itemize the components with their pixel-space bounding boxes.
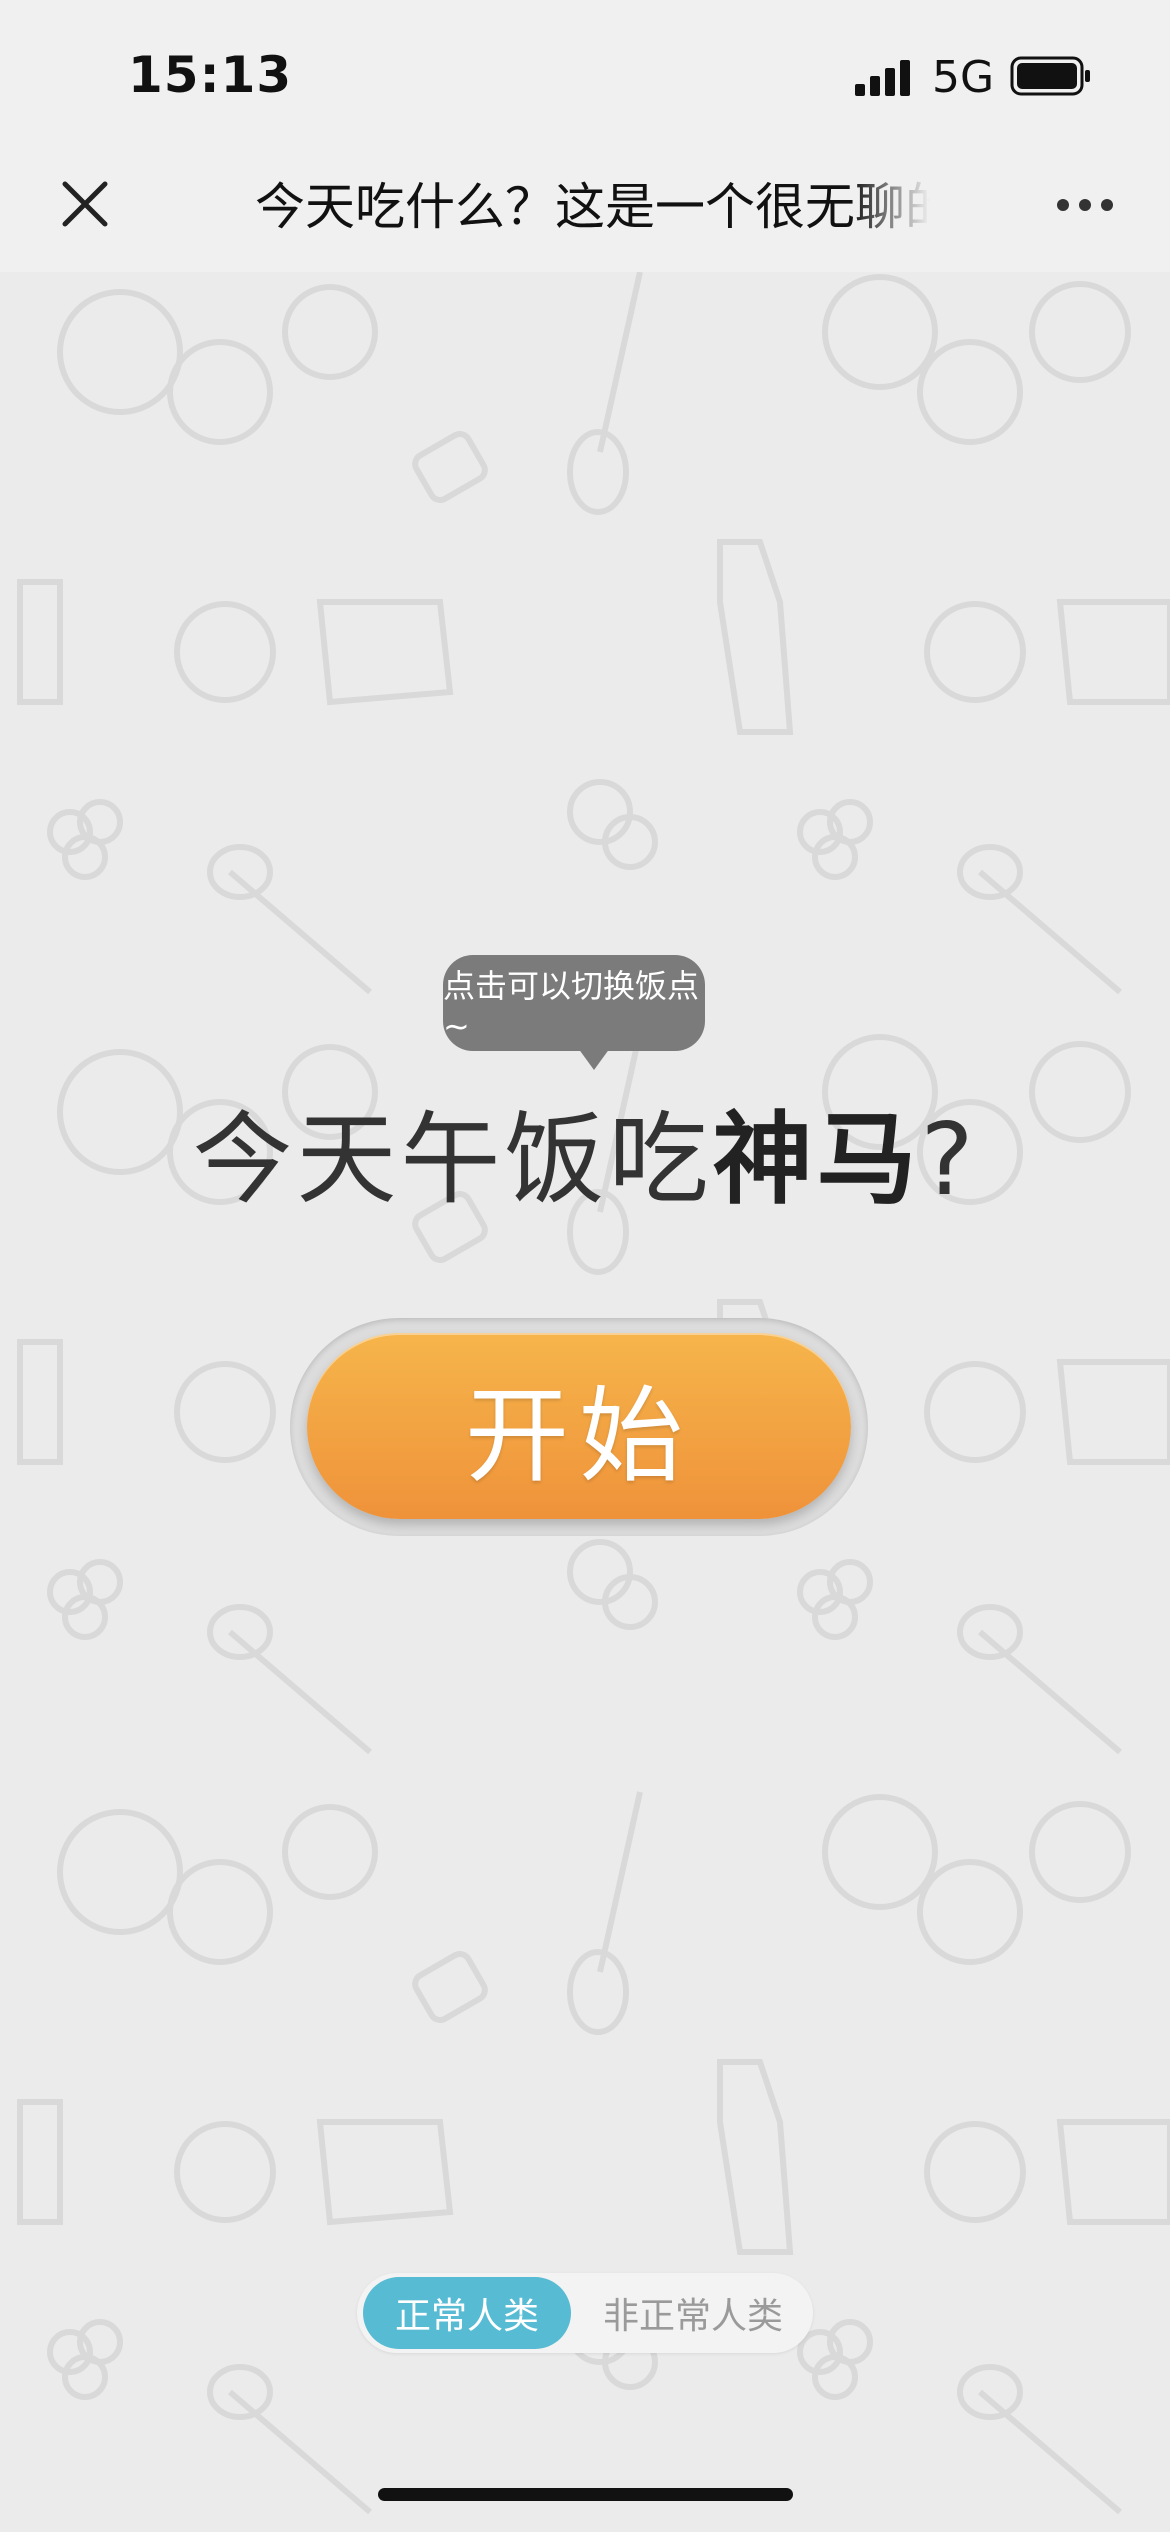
status-time: 15:13: [128, 46, 293, 104]
start-button[interactable]: 开始: [307, 1333, 851, 1519]
headline-emphasis: 神马: [712, 1101, 921, 1218]
tooltip-pointer: [578, 1048, 610, 1070]
home-indicator: [378, 2488, 793, 2501]
headline-verb: 吃: [608, 1101, 713, 1218]
more-icon[interactable]: [1055, 190, 1115, 220]
close-icon[interactable]: [55, 174, 115, 234]
status-bar: 15:13 5G: [0, 0, 1170, 140]
headline-suffix: ?: [920, 1101, 978, 1218]
headline-prefix: 今天: [192, 1101, 401, 1218]
nav-bar: 今天吃什么？这是一个很无聊的小游戏: [0, 140, 1170, 272]
battery-icon: [1010, 56, 1090, 96]
mode-option-normal[interactable]: 正常人类: [363, 2277, 571, 2349]
app-screen: 15:13 5G 今天吃什么？这是一个很无聊的小游戏 点击可以切换饭点~: [0, 0, 1170, 2532]
mode-option-abnormal[interactable]: 非正常人类: [579, 2277, 807, 2349]
signal-icon: [855, 60, 910, 96]
network-type: 5G: [932, 52, 995, 103]
meal-toggle[interactable]: 午饭: [400, 1101, 608, 1218]
mode-switch: 正常人类 非正常人类: [357, 2273, 813, 2353]
page-title: 今天吃什么？这是一个很无聊的小游戏: [255, 178, 930, 236]
title-fade: [850, 174, 930, 244]
headline: 今天午饭吃神马?: [0, 1100, 1170, 1220]
page-title-container: 今天吃什么？这是一个很无聊的小游戏: [255, 174, 930, 244]
meal-switch-tooltip: 点击可以切换饭点~: [443, 955, 705, 1051]
